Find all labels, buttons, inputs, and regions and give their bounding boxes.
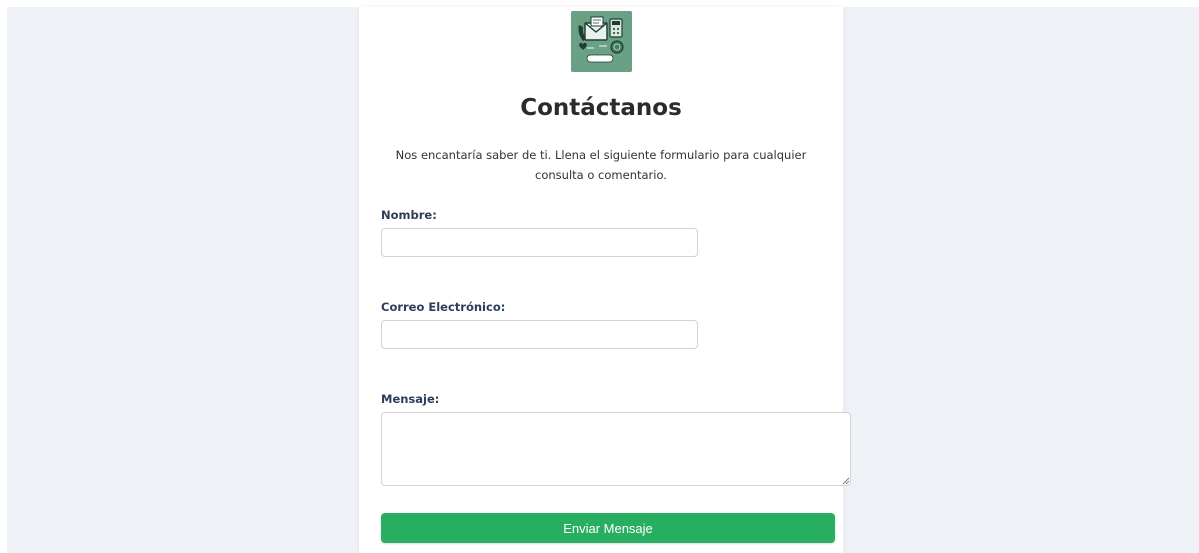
resize-handle-icon[interactable] bbox=[842, 477, 850, 485]
email-label: Correo Electrónico: bbox=[381, 300, 506, 314]
page-background: Contáctanos Nos encantaría saber de ti. … bbox=[7, 7, 1199, 553]
page-title: Contáctanos bbox=[520, 95, 682, 121]
contact-card: Contáctanos Nos encantaría saber de ti. … bbox=[359, 7, 851, 553]
email-input[interactable] bbox=[381, 320, 698, 349]
message-label: Mensaje: bbox=[381, 392, 440, 406]
name-label: Nombre: bbox=[381, 208, 437, 222]
message-textarea[interactable] bbox=[381, 412, 851, 486]
intro-text: Nos encantaría saber de ti. Llena el sig… bbox=[395, 148, 807, 182]
contact-page-illustration-icon bbox=[571, 11, 632, 72]
name-input[interactable] bbox=[381, 228, 698, 257]
submit-button[interactable]: Enviar Mensaje bbox=[381, 513, 835, 543]
contact-logo bbox=[571, 11, 632, 72]
